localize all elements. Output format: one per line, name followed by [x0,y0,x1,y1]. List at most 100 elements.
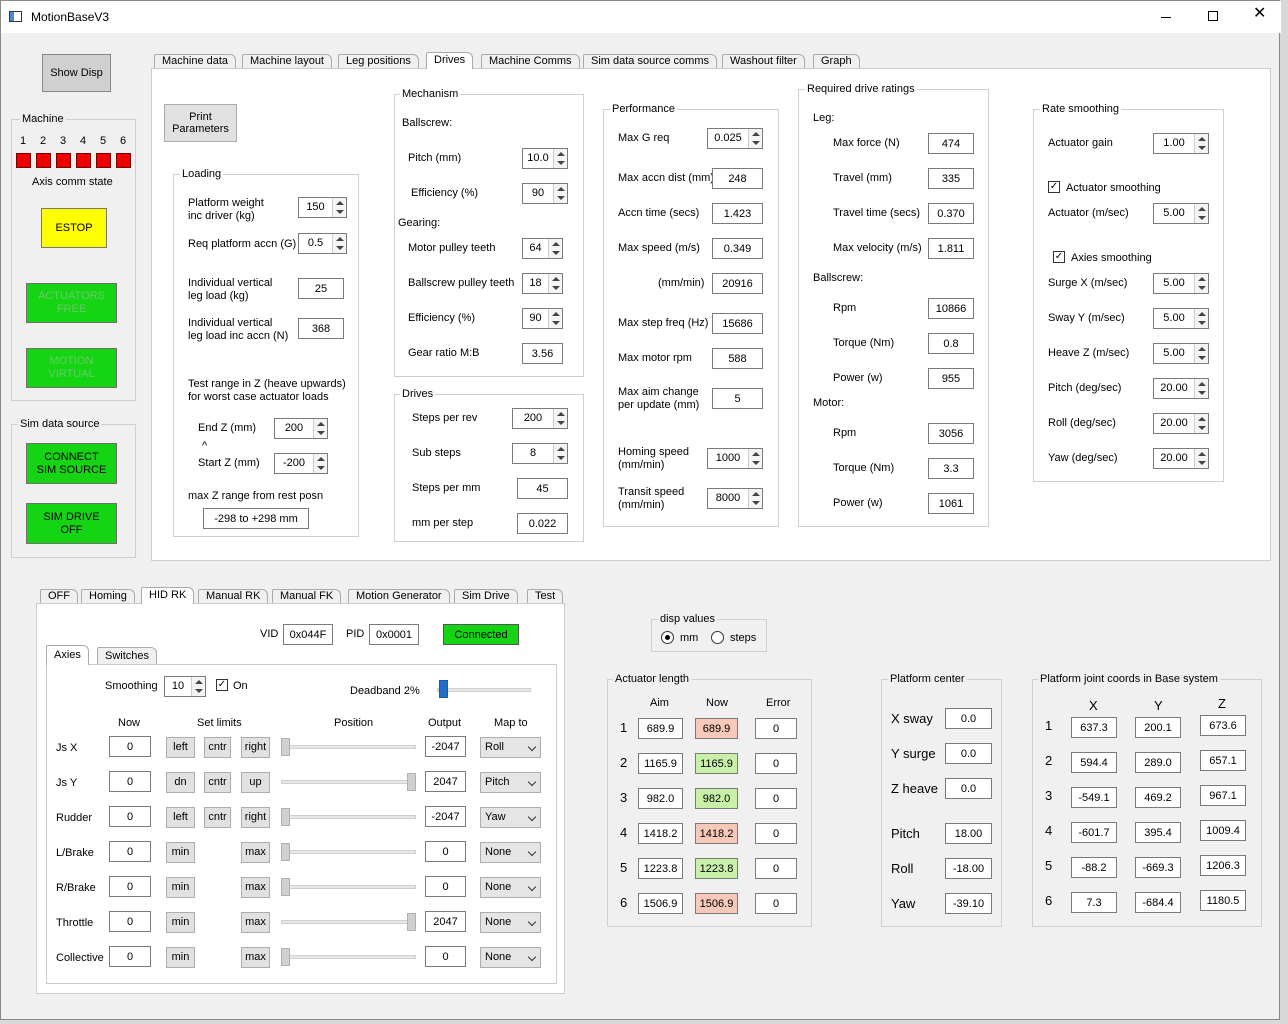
tab-off[interactable]: OFF [40,589,78,604]
smoothing-spin[interactable]: 10 [164,676,206,697]
axis-position-slider [281,885,416,889]
tab-washout-filter[interactable]: Washout filter [722,54,805,69]
set-limit-min-button[interactable]: min [166,912,195,933]
max-g-spin[interactable]: 0.025 [707,128,763,149]
minimize-icon[interactable] [1161,17,1171,18]
max-accn-dist-label: Max accn dist (mm) [618,172,714,184]
tab-switches[interactable]: Switches [97,647,158,665]
performance-title: Performance [610,103,677,115]
tab-motion-generator[interactable]: Motion Generator [348,589,450,604]
actuator-smoothing-checkbox[interactable]: ✓ [1048,181,1060,193]
set-limit-right-button[interactable]: right [241,737,270,758]
start-z-label: Start Z (mm) [198,457,260,469]
sub-steps-spin[interactable]: 8 [512,443,568,464]
tab-machine-comms[interactable]: Machine Comms [481,54,580,69]
map-to-dropdown[interactable]: None [480,842,541,863]
transit-speed-spin[interactable]: 8000 [707,488,763,509]
show-disp-button[interactable]: Show Disp [42,54,111,92]
sway-spin[interactable]: 5.00 [1153,308,1209,329]
tab-axies[interactable]: Axies [46,645,89,665]
spin-arrows-icon [553,149,567,168]
set-limit-max-button[interactable]: max [241,842,270,863]
actuator-rate-spin[interactable]: 5.00 [1153,203,1209,224]
axis-number: 6 [120,135,127,147]
set-limit-cntr-button[interactable]: cntr [204,807,231,828]
surge-spin[interactable]: 5.00 [1153,273,1209,294]
platform-weight-spin[interactable]: 150 [298,197,347,218]
sim-drive-off-button[interactable]: SIM DRIVE OFF [26,503,117,544]
set-limit-cntr-button[interactable]: cntr [204,737,231,758]
motion-virtual-button[interactable]: MOTION VIRTUAL [26,348,117,388]
spin-arrows-icon [748,449,762,468]
tab-manual-rk[interactable]: Manual RK [198,589,269,604]
maximize-icon[interactable] [1208,11,1218,21]
heave-spin[interactable]: 5.00 [1153,343,1209,364]
start-z-spin[interactable]: -200 [274,453,328,474]
end-z-spin[interactable]: 200 [274,418,328,439]
tab-test[interactable]: Test [527,589,564,604]
connect-sim-source-button[interactable]: CONNECT SIM SOURCE [26,443,117,484]
roll-rate-spin[interactable]: 20.00 [1153,413,1209,434]
close-icon[interactable]: ✕ [1253,6,1266,22]
set-limit-left-button[interactable]: left [166,737,195,758]
set-limit-min-button[interactable]: min [166,842,195,863]
tab-hid-rk[interactable]: HID RK [141,587,195,604]
m-rpm-label: Rpm [833,427,857,439]
efficiency2-spin[interactable]: 90 [522,308,563,329]
mm-radio[interactable] [661,631,674,644]
tab-machine-data[interactable]: Machine data [154,54,237,69]
pitch-rate-spin[interactable]: 20.00 [1153,378,1209,399]
tab-manual-fk[interactable]: Manual FK [272,589,342,604]
tab-homing[interactable]: Homing [81,589,135,604]
map-to-dropdown[interactable]: None [480,947,541,968]
homing-speed-spin[interactable]: 1000 [707,448,763,469]
efficiency-spin[interactable]: 90 [522,183,568,204]
gearing-label: Gearing: [398,217,441,229]
deadband-slider-thumb[interactable] [438,680,448,698]
axis-now-value: 0 [109,771,151,792]
set-limit-cntr-button[interactable]: cntr [204,772,231,793]
print-parameters-button[interactable]: Print Parameters [164,104,237,142]
yaw-rate-spin[interactable]: 20.00 [1153,448,1209,469]
estop-button[interactable]: ESTOP [41,208,107,248]
motor-pulley-spin[interactable]: 64 [522,238,563,259]
map-to-dropdown[interactable]: Roll [480,737,541,758]
center-y-surge-label: Y surge [891,746,936,761]
req-accn-spin[interactable]: 0.5 [298,233,347,254]
map-to-dropdown[interactable]: Yaw [480,807,541,828]
actuator-row-number: 6 [620,895,628,910]
map-to-dropdown[interactable]: Pitch [480,772,541,793]
set-limit-min-button[interactable]: min [166,877,195,898]
set-limit-up-button[interactable]: up [241,772,270,793]
tab-drives[interactable]: Drives [426,52,474,69]
pitch-spin[interactable]: 10.0 [522,148,568,169]
actuator-gain-spin[interactable]: 1.00 [1153,133,1209,154]
set-limit-max-button[interactable]: max [241,912,270,933]
steps-radio[interactable] [711,631,724,644]
set-limit-max-button[interactable]: max [241,877,270,898]
steps-rev-spin[interactable]: 200 [512,408,568,429]
map-to-dropdown[interactable]: None [480,877,541,898]
axis-position-thumb [281,738,290,756]
map-to-dropdown[interactable]: None [480,912,541,933]
tab-leg-positions[interactable]: Leg positions [338,54,419,69]
tab-graph[interactable]: Graph [813,54,860,69]
actuators-free-button[interactable]: ACTUATORS FREE [26,283,117,323]
set-limit-min-button[interactable]: min [166,947,195,968]
tab-machine-layout[interactable]: Machine layout [242,54,332,69]
tab-sim-data-source-comms[interactable]: Sim data source comms [583,54,717,69]
set-limit-dn-button[interactable]: dn [166,772,195,793]
deadband-slider[interactable] [437,688,531,692]
axies-smoothing-checkbox[interactable]: ✓ [1053,251,1065,263]
set-limit-right-button[interactable]: right [241,807,270,828]
smoothing-on-checkbox[interactable]: ✓ [216,679,228,691]
set-limit-left-button[interactable]: left [166,807,195,828]
axis-number: 4 [80,135,87,147]
axis-position-slider [281,780,416,784]
set-limit-max-button[interactable]: max [241,947,270,968]
actuator-now-value: 689.9 [695,718,738,739]
tab-sim-drive[interactable]: Sim Drive [454,589,518,604]
ballscrew-pulley-spin[interactable]: 18 [522,273,563,294]
axis-number: 1 [20,135,27,147]
gear-ratio-label: Gear ratio M:B [408,347,480,359]
